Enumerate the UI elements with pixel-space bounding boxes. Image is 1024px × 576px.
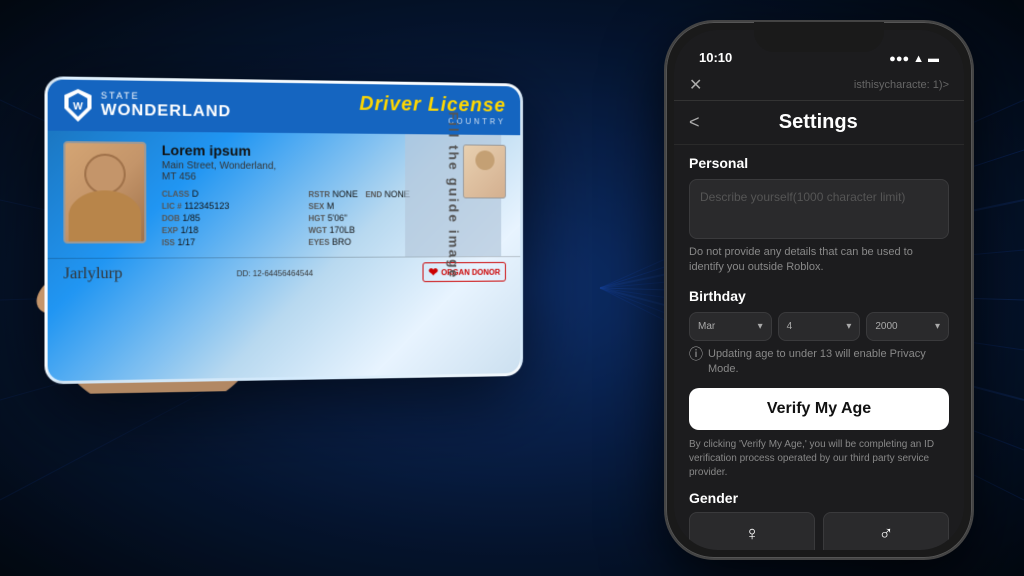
birthday-day-select[interactable]: 4 ▾ bbox=[778, 312, 861, 341]
wifi-icon: ▲ bbox=[913, 53, 924, 65]
describe-placeholder: Describe yourself(1000 character limit) bbox=[700, 190, 905, 204]
card-body: Lorem ipsum Main Street, Wonderland, MT … bbox=[48, 131, 521, 258]
phone-username: isthisycharacte: 1)> bbox=[854, 79, 949, 91]
verify-age-button[interactable]: Verify My Age bbox=[689, 388, 949, 430]
birthday-label: Birthday bbox=[689, 288, 949, 304]
card-guide-text: Fill the guide image bbox=[446, 112, 461, 280]
describe-textarea[interactable]: Describe yourself(1000 character limit) bbox=[689, 179, 949, 239]
birthday-month-value: Mar bbox=[698, 321, 715, 332]
chevron-down-icon: ▾ bbox=[935, 321, 940, 332]
chevron-down-icon: ▾ bbox=[758, 321, 763, 332]
card-field-iss: ISS 1/17 bbox=[162, 237, 307, 247]
phone-content: ✕ isthisycharacte: 1)> < Settings Person… bbox=[674, 70, 964, 550]
chevron-down-icon: ▾ bbox=[846, 321, 851, 332]
card-country: COUNTRY bbox=[359, 116, 506, 126]
info-icon: ⓘ bbox=[689, 345, 703, 365]
card-logo: W STATE WONDERLAND bbox=[63, 88, 231, 125]
verify-hint: By clicking 'Verify My Age,' you will be… bbox=[689, 438, 949, 480]
back-button[interactable]: < bbox=[689, 112, 700, 133]
driver-license-title: Driver License bbox=[359, 93, 506, 118]
card-state: STATE WONDERLAND bbox=[101, 92, 231, 121]
privacy-hint: ⓘ Updating age to under 13 will enable P… bbox=[689, 347, 949, 378]
card-field-exp: EXP 1/18 bbox=[162, 225, 307, 235]
phone-screen: 10:10 ●●● ▲ ▬ ✕ isthisycharacte: 1)> bbox=[674, 30, 964, 550]
close-button[interactable]: ✕ bbox=[689, 75, 702, 95]
gender-label: Gender bbox=[689, 490, 949, 506]
phone-time: 10:10 bbox=[699, 50, 732, 65]
organ-donor-badge: ❤ ORGAN DONOR bbox=[423, 262, 506, 282]
card-field-dob: DOB 1/85 bbox=[162, 213, 307, 223]
card-small-photo-head bbox=[475, 150, 494, 170]
gender-section: Gender ♀ ♂ bbox=[689, 490, 949, 550]
card-signature: Jarlylurp bbox=[63, 265, 122, 284]
describe-hint: Do not provide any details that can be u… bbox=[689, 245, 949, 276]
card-dd: DD: 12-64456464544 bbox=[237, 268, 313, 277]
card-photo bbox=[63, 141, 146, 243]
birthday-month-select[interactable]: Mar ▾ bbox=[689, 312, 772, 341]
male-icon: ♂ bbox=[879, 523, 894, 546]
card-small-photo bbox=[463, 144, 506, 198]
gender-options: ♀ ♂ bbox=[689, 512, 949, 550]
gender-female-option[interactable]: ♀ bbox=[689, 512, 815, 550]
birthday-year-select[interactable]: 2000 ▾ bbox=[866, 312, 949, 341]
birthday-day-value: 4 bbox=[787, 321, 793, 332]
settings-title: Settings bbox=[708, 111, 949, 134]
phone: 10:10 ●●● ▲ ▬ ✕ isthisycharacte: 1)> bbox=[664, 20, 974, 560]
phone-status-icons: ●●● ▲ ▬ bbox=[889, 53, 939, 65]
card-field-class: CLASS D bbox=[162, 189, 307, 199]
card-title-area: Driver License COUNTRY bbox=[359, 93, 506, 126]
card-photo-body bbox=[69, 190, 142, 241]
phone-top-bar: ✕ isthisycharacte: 1)> bbox=[674, 70, 964, 101]
svg-text:W: W bbox=[73, 101, 83, 112]
card-photo-head bbox=[84, 154, 125, 195]
settings-header: < Settings bbox=[674, 101, 964, 145]
birthday-selects: Mar ▾ 4 ▾ 2000 ▾ bbox=[689, 312, 949, 341]
id-card: W STATE WONDERLAND Driver License COUNTR… bbox=[44, 76, 523, 384]
heart-icon: ❤ bbox=[428, 265, 438, 279]
card-field-lic: LIC # 112345123 bbox=[162, 201, 307, 211]
gender-male-option[interactable]: ♂ bbox=[823, 512, 949, 550]
scene: W STATE WONDERLAND Driver License COUNTR… bbox=[0, 0, 1024, 576]
phone-notch bbox=[754, 22, 884, 52]
personal-section-label: Personal bbox=[689, 155, 949, 171]
phone-outer: 10:10 ●●● ▲ ▬ ✕ isthisycharacte: 1)> bbox=[664, 20, 974, 560]
battery-icon: ▬ bbox=[928, 53, 939, 65]
id-card-wrapper: W STATE WONDERLAND Driver License COUNTR… bbox=[23, 45, 541, 395]
signal-icon: ●●● bbox=[889, 53, 909, 65]
settings-body: Personal Describe yourself(1000 characte… bbox=[674, 145, 964, 550]
birthday-year-value: 2000 bbox=[875, 321, 897, 332]
female-icon: ♀ bbox=[745, 523, 760, 546]
